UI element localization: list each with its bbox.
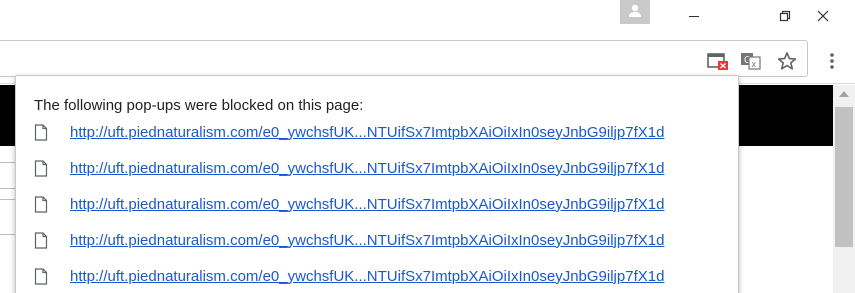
svg-text:x: x: [752, 59, 757, 69]
star-icon: [777, 52, 797, 70]
popup-blocked-icon: [707, 53, 728, 70]
bubble-title: The following pop-ups were blocked on th…: [34, 97, 364, 114]
close-icon: [817, 10, 829, 22]
bookmark-button[interactable]: [776, 50, 798, 72]
kebab-menu-icon: [830, 53, 834, 69]
document-icon: [34, 123, 50, 141]
blocked-popup-link[interactable]: http://uft.piednaturalism.com/e0_ywchsfU…: [70, 160, 664, 177]
title-bar: [0, 0, 855, 36]
scroll-up-arrow-icon[interactable]: [839, 91, 849, 97]
translate-icon: G x: [741, 53, 761, 70]
document-icon: [34, 159, 50, 177]
browser-menu-button[interactable]: [821, 50, 843, 72]
minimize-button[interactable]: [666, 0, 722, 32]
blocked-popup-link[interactable]: http://uft.piednaturalism.com/e0_ywchsfU…: [70, 196, 664, 213]
person-icon: [629, 4, 641, 17]
list-item: http://uft.piednaturalism.com/e0_ywchsfU…: [34, 226, 734, 254]
scrollbar-thumb[interactable]: [835, 107, 853, 247]
restore-icon: [779, 10, 791, 22]
blocked-popup-link[interactable]: http://uft.piednaturalism.com/e0_ywchsfU…: [70, 232, 664, 249]
list-item: http://uft.piednaturalism.com/e0_ywchsfU…: [34, 262, 734, 290]
popup-blocked-button[interactable]: [707, 50, 729, 72]
translate-button[interactable]: G x: [740, 50, 762, 72]
profile-button[interactable]: [620, 0, 650, 24]
address-bar[interactable]: [0, 40, 808, 77]
list-item: http://uft.piednaturalism.com/e0_ywchsfU…: [34, 190, 734, 218]
vertical-scrollbar[interactable]: [833, 85, 855, 293]
popup-blocked-bubble: The following pop-ups were blocked on th…: [15, 75, 739, 293]
list-item: http://uft.piednaturalism.com/e0_ywchsfU…: [34, 118, 734, 146]
close-window-button[interactable]: [795, 0, 851, 32]
document-icon: [34, 195, 50, 213]
minimize-icon: [689, 16, 699, 17]
document-icon: [34, 231, 50, 249]
list-item: http://uft.piednaturalism.com/e0_ywchsfU…: [34, 154, 734, 182]
blocked-popup-link[interactable]: http://uft.piednaturalism.com/e0_ywchsfU…: [70, 268, 664, 285]
blocked-popup-link[interactable]: http://uft.piednaturalism.com/e0_ywchsfU…: [70, 124, 664, 141]
document-icon: [34, 267, 50, 285]
